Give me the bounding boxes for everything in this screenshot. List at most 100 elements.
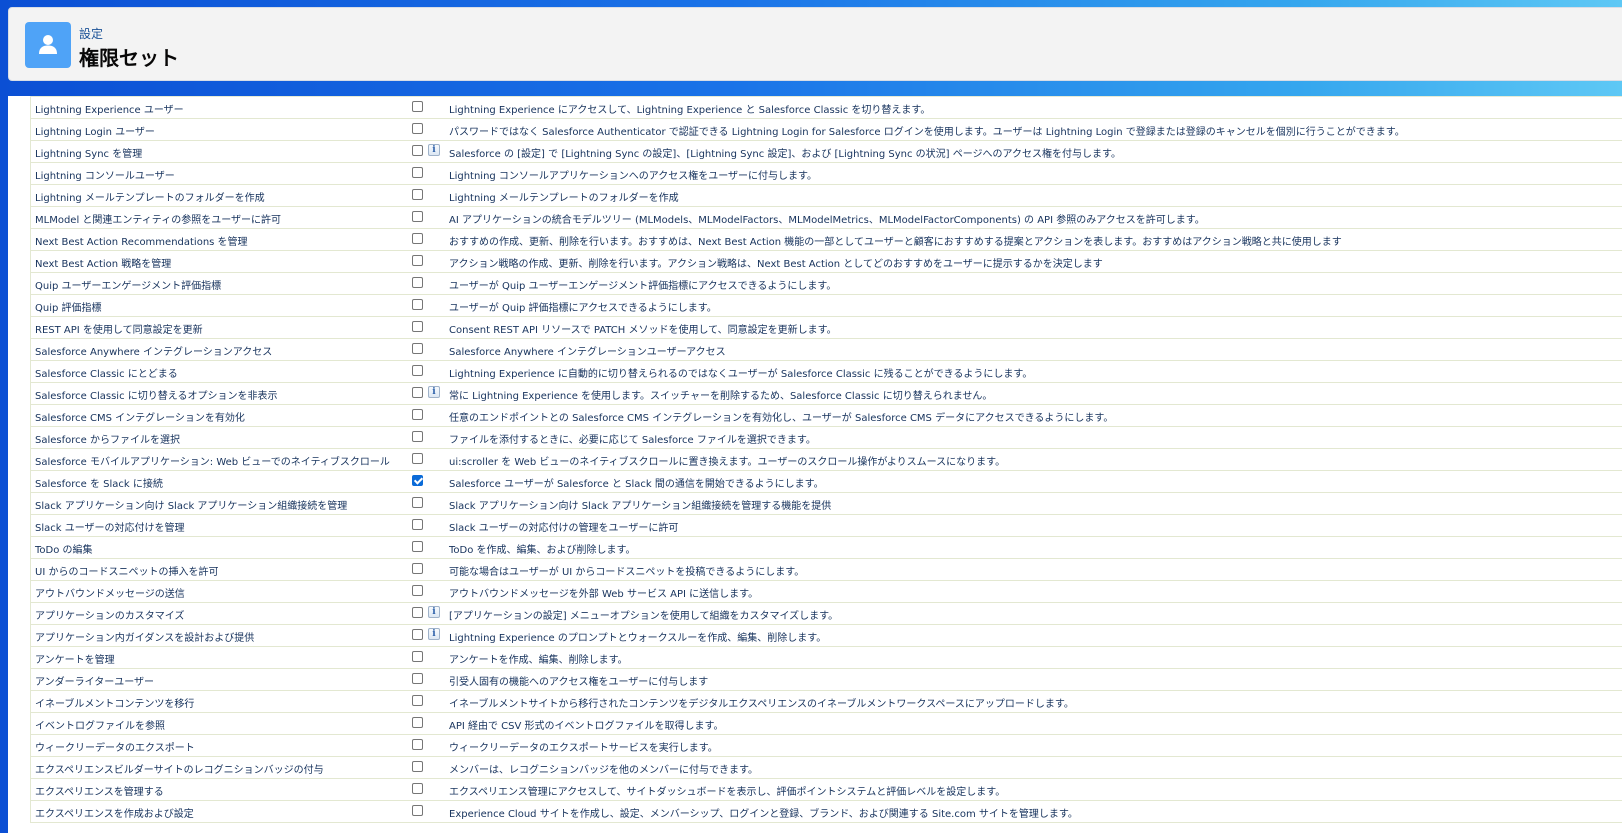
permission-checkbox[interactable] [412,189,423,200]
table-row: Salesforce Classic に切り替えるオプションを非表示 i 常に Li… [30,383,1622,405]
permission-checkbox[interactable] [412,409,423,420]
table-row: アプリケーションのカスタマイズ i [アプリケーションの設定] メニューオプションを… [30,603,1622,625]
permission-checkbox[interactable] [412,563,423,574]
permission-checkbox[interactable] [412,299,423,310]
permission-name: Salesforce Anywhere インテグレーションアクセス [35,347,273,358]
info-icon[interactable]: i [428,144,440,156]
permission-checkbox[interactable] [412,651,423,662]
table-row: Salesforce Anywhere インテグレーションアクセス Salesfo… [30,339,1622,361]
breadcrumb[interactable]: 設定 [79,25,103,42]
table-row: エクスペリエンスを作成および設定 Experience Cloud サイトを作成し… [30,801,1622,823]
permission-description: ToDo を作成、編集、および削除します。 [449,545,636,556]
permission-name: Lightning Login ユーザー [35,127,155,138]
permission-description: ファイルを添付するときに、必要に応じて Salesforce ファイルを選択でき… [449,435,816,446]
permission-checkbox[interactable] [412,145,423,156]
table-row: Quip ユーザーエンゲージメント評価指標 ユーザーが Quip ユーザーエンゲー… [30,273,1622,295]
permission-checkbox[interactable] [412,475,423,486]
permission-description: Consent REST API リソースで PATCH メソッドを使用して、同… [449,325,837,336]
table-row: Lightning メールテンプレートのフォルダーを作成 Lightning メー… [30,185,1622,207]
permission-description: Salesforce ユーザーが Salesforce と Slack 間の通信… [449,479,824,490]
permission-name: Quip ユーザーエンゲージメント評価指標 [35,281,222,292]
table-row: REST API を使用して同意設定を更新 Consent REST API リソ… [30,317,1622,339]
permission-name: Salesforce からファイルを選択 [35,435,180,446]
permission-description: アウトバウンドメッセージを外部 Web サービス API に送信します。 [449,589,759,600]
table-row: MLModel と関連エンティティの参照をユーザーに許可 AI アプリケーションの… [30,207,1622,229]
permission-name: アンダーライターユーザー [35,677,154,688]
permission-checkbox[interactable] [412,585,423,596]
table-row: Next Best Action 戦略を管理 アクション戦略の作成、更新、削除を行… [30,251,1622,273]
permission-description: Lightning Experience に自動的に切り替えられるのではなくユー… [449,369,1033,380]
permission-name: Lightning Experience ユーザー [35,105,184,116]
permission-checkbox[interactable] [412,805,423,816]
permission-description: Slack アプリケーション向け Slack アプリケーション組織接続を管理する… [449,501,832,512]
permission-checkbox[interactable] [412,233,423,244]
permission-checkbox[interactable] [412,101,423,112]
permission-name: Salesforce モバイルアプリケーション: Web ビューでのネイティブス… [35,457,390,468]
avatar [25,22,71,68]
table-row: ToDo の編集 ToDo を作成、編集、および削除します。 [30,537,1622,559]
table-row: Salesforce Classic にとどまる Lightning Experi… [30,361,1622,383]
permission-name: エクスペリエンスを作成および設定 [35,809,194,820]
permission-checkbox[interactable] [412,761,423,772]
permission-description: ui:scroller を Web ビューのネイティブスクロールに置き換えます。… [449,457,1006,468]
permission-checkbox[interactable] [412,739,423,750]
permission-description: パスワードではなく Salesforce Authenticator で認証でき… [449,127,1405,138]
permission-checkbox[interactable] [412,365,423,376]
table-row: UI からのコードスニペットの挿入を許可 可能な場合はユーザーが UI からコード… [30,559,1622,581]
permission-checkbox[interactable] [412,387,423,398]
permission-name: エクスペリエンスビルダーサイトのレコグニションバッジの付与 [35,765,324,776]
permission-description: 可能な場合はユーザーが UI からコードスニペットを投稿できるようにします。 [449,567,805,578]
permission-name: Lightning コンソールユーザー [35,171,175,182]
permission-name: アプリケーションのカスタマイズ [35,611,185,622]
table-row: Lightning Experience ユーザー Lightning Exper… [30,97,1622,119]
table-row: イベントログファイルを参照 API 経由で CSV 形式のイベントログファイルを取… [30,713,1622,735]
permission-name: イベントログファイルを参照 [35,721,165,732]
table-row: イネーブルメントコンテンツを移行 イネーブルメントサイトから移行されたコンテンツを… [30,691,1622,713]
permission-description: Lightning メールテンプレートのフォルダーを作成 [449,193,679,204]
info-icon[interactable]: i [428,628,440,640]
table-row: Slack ユーザーの対応付けを管理 Slack ユーザーの対応付けの管理をユーザ… [30,515,1622,537]
permission-checkbox[interactable] [412,541,423,552]
permission-checkbox[interactable] [412,167,423,178]
permission-name: UI からのコードスニペットの挿入を許可 [35,567,219,578]
permission-checkbox[interactable] [412,453,423,464]
permission-name: エクスペリエンスを管理する [35,787,164,798]
permission-checkbox[interactable] [412,629,423,640]
permission-checkbox[interactable] [412,519,423,530]
permission-checkbox[interactable] [412,497,423,508]
permission-name: Lightning メールテンプレートのフォルダーを作成 [35,193,265,204]
table-row: Slack アプリケーション向け Slack アプリケーション組織接続を管理 Sl… [30,493,1622,515]
permission-checkbox[interactable] [412,717,423,728]
table-row: Next Best Action Recommendations を管理 おすすめ… [30,229,1622,251]
permission-description: アクション戦略の作成、更新、削除を行います。アクション戦略は、Next Best… [449,259,1103,270]
permission-checkbox[interactable] [412,783,423,794]
permission-description: 常に Lightning Experience を使用します。スイッチャーを削除… [449,391,993,402]
permission-name: REST API を使用して同意設定を更新 [35,325,203,336]
table-row: Lightning Login ユーザー パスワードではなく Salesforce… [30,119,1622,141]
info-icon[interactable]: i [428,606,440,618]
permission-checkbox[interactable] [412,321,423,332]
permission-checkbox[interactable] [412,277,423,288]
permission-name: イネーブルメントコンテンツを移行 [35,699,195,710]
table-row: Lightning Sync を管理 i Salesforce の [設定] で [… [30,141,1622,163]
permission-name: アプリケーション内ガイダンスを設計および提供 [35,633,255,644]
page-header: 設定 権限セット [8,7,1622,81]
permission-checkbox[interactable] [412,123,423,134]
permission-name: Lightning Sync を管理 [35,149,143,160]
permission-checkbox[interactable] [412,343,423,354]
permission-checkbox[interactable] [412,211,423,222]
permission-description: メンバーは、レコグニションバッジを他のメンバーに付与できます。 [449,765,758,776]
permission-checkbox[interactable] [412,607,423,618]
permission-name: Salesforce CMS インテグレーションを有効化 [35,413,245,424]
info-icon[interactable]: i [428,386,440,398]
permission-name: アウトバウンドメッセージの送信 [35,589,185,600]
permission-checkbox[interactable] [412,695,423,706]
table-row: Salesforce CMS インテグレーションを有効化 任意のエンドポイントとの… [30,405,1622,427]
permission-description: Salesforce Anywhere インテグレーションユーザーアクセス [449,347,726,358]
table-row: ウィークリーデータのエクスポート ウィークリーデータのエクスポートサービスを実行し… [30,735,1622,757]
permission-name: MLModel と関連エンティティの参照をユーザーに許可 [35,215,282,226]
permission-checkbox[interactable] [412,673,423,684]
permission-checkbox[interactable] [412,255,423,266]
permission-description: ユーザーが Quip 評価指標にアクセスできるようにします。 [449,303,717,314]
permission-checkbox[interactable] [412,431,423,442]
